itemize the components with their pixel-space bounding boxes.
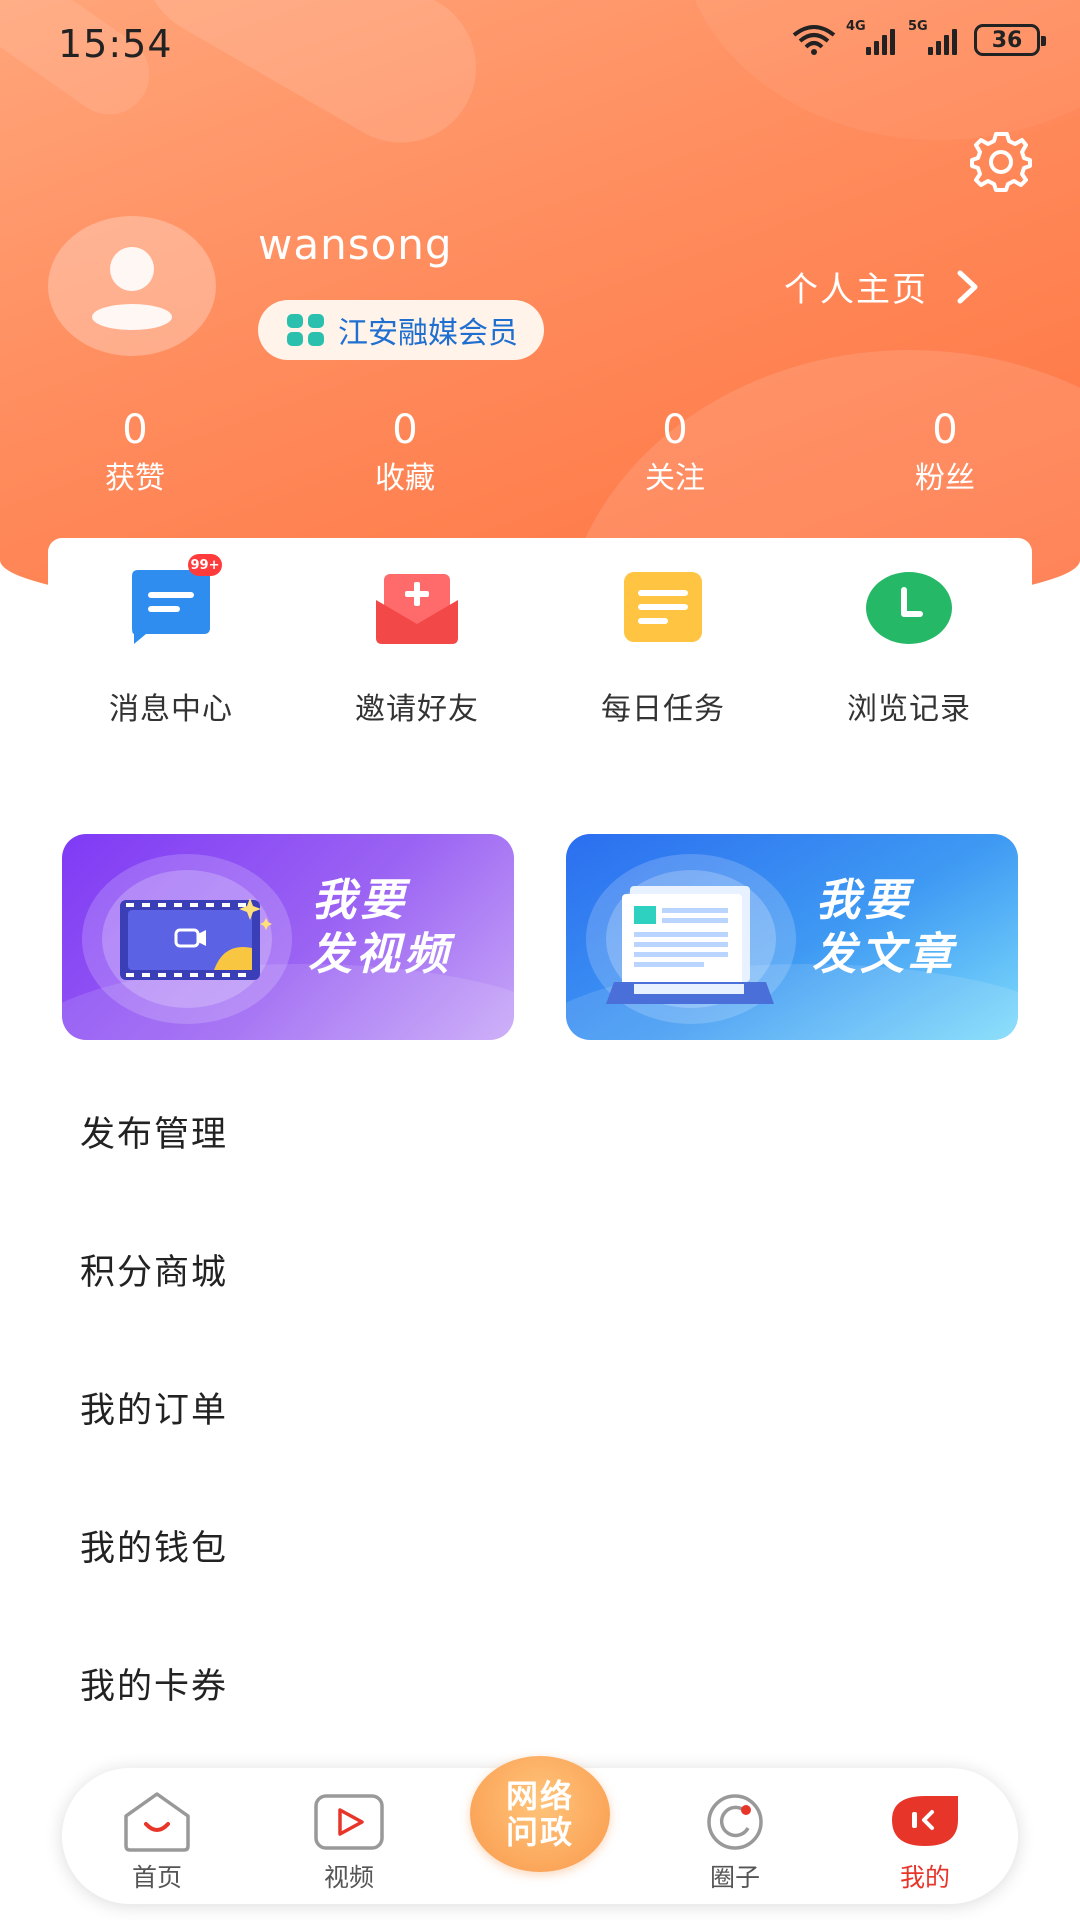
member-label: 江安融媒会员 bbox=[338, 316, 518, 351]
stat-likes[interactable]: 0 获赞 bbox=[55, 405, 215, 499]
wifi-icon bbox=[792, 25, 836, 55]
center-tab-line1: 网络 bbox=[505, 1777, 574, 1815]
message-count-badge: 99+ bbox=[188, 554, 222, 576]
stat-label: 收藏 bbox=[375, 461, 435, 496]
tab-label: 我的 bbox=[899, 1863, 950, 1892]
history-clock-icon bbox=[864, 568, 954, 648]
tab-home[interactable]: 首页 bbox=[102, 1790, 212, 1894]
quick-action-label: 浏览记录 bbox=[847, 692, 971, 727]
stat-value: 0 bbox=[122, 407, 148, 453]
cellular-signal-icon: 5G bbox=[908, 19, 960, 55]
menu-item-points-mall[interactable]: 积分商城 bbox=[80, 1244, 228, 1295]
quick-action-messages[interactable]: 99+ 消息中心 bbox=[48, 554, 294, 728]
stat-favorites[interactable]: 0 收藏 bbox=[325, 405, 485, 499]
quick-action-history[interactable]: 浏览记录 bbox=[786, 568, 1032, 728]
user-avatar-icon bbox=[92, 247, 172, 330]
status-bar: 15:54 4G 5G 36 bbox=[0, 0, 1080, 90]
banner-line2: 发视频 bbox=[308, 929, 452, 980]
document-article-icon bbox=[606, 886, 774, 1004]
menu-item-my-coupons[interactable]: 我的卡券 bbox=[80, 1658, 228, 1709]
quick-action-label: 邀请好友 bbox=[355, 692, 479, 727]
banner-line1: 我要 bbox=[816, 875, 912, 926]
quick-action-label: 每日任务 bbox=[601, 692, 725, 727]
member-badge[interactable]: 江安融媒会员 bbox=[258, 300, 544, 360]
video-play-icon bbox=[314, 1794, 384, 1850]
network-type-label: 4G bbox=[846, 19, 866, 34]
post-video-text: 我要 发视频 bbox=[308, 874, 452, 982]
stat-label: 粉丝 bbox=[915, 461, 975, 496]
home-icon bbox=[124, 1792, 190, 1852]
quick-action-daily-task[interactable]: 每日任务 bbox=[540, 568, 786, 728]
menu-item-my-orders[interactable]: 我的订单 bbox=[80, 1382, 228, 1433]
post-article-text: 我要 发文章 bbox=[812, 874, 956, 982]
invite-icon bbox=[372, 568, 462, 648]
tab-network-inquiry[interactable]: 网络 问政 bbox=[470, 1756, 610, 1872]
chevron-right-icon bbox=[957, 270, 978, 303]
network-type-label: 5G bbox=[908, 19, 928, 34]
post-article-banner[interactable]: 我要 发文章 bbox=[566, 834, 1018, 1040]
settings-gear-icon[interactable] bbox=[968, 128, 1034, 194]
cellular-signal-icon: 4G bbox=[846, 19, 898, 55]
task-icon bbox=[618, 568, 708, 648]
personal-homepage-link[interactable]: 个人主页 bbox=[784, 262, 980, 311]
stat-value: 0 bbox=[392, 407, 418, 453]
tab-label: 圈子 bbox=[709, 1863, 760, 1892]
stat-following[interactable]: 0 关注 bbox=[595, 405, 755, 499]
stat-label: 关注 bbox=[645, 461, 705, 496]
mine-profile-icon bbox=[892, 1796, 958, 1846]
stat-value: 0 bbox=[932, 407, 958, 453]
stat-label: 获赞 bbox=[105, 461, 165, 496]
film-video-icon bbox=[120, 898, 272, 980]
battery-level: 36 bbox=[991, 27, 1023, 53]
status-icons: 4G 5G 36 bbox=[792, 19, 1046, 56]
banner-line2: 发文章 bbox=[812, 929, 956, 980]
avatar[interactable] bbox=[48, 216, 216, 356]
stat-fans[interactable]: 0 粉丝 bbox=[865, 405, 1025, 499]
menu-item-my-wallet[interactable]: 我的钱包 bbox=[80, 1520, 228, 1571]
message-icon: 99+ bbox=[126, 554, 222, 648]
stat-value: 0 bbox=[662, 407, 688, 453]
grid-apps-icon bbox=[287, 314, 324, 346]
tab-circle[interactable]: 圈子 bbox=[680, 1790, 790, 1894]
quick-action-label: 消息中心 bbox=[109, 692, 233, 727]
tab-mine[interactable]: 我的 bbox=[870, 1790, 980, 1894]
username: wansong bbox=[258, 220, 453, 269]
banner-line1: 我要 bbox=[312, 875, 408, 926]
circle-community-icon bbox=[707, 1794, 763, 1850]
homepage-label: 个人主页 bbox=[784, 270, 928, 310]
status-time: 15:54 bbox=[58, 22, 173, 66]
menu-item-publish-management[interactable]: 发布管理 bbox=[80, 1106, 228, 1157]
center-tab-line2: 问政 bbox=[505, 1813, 574, 1851]
quick-actions-card: 99+ 消息中心 邀请好友 每日任务 浏览记录 bbox=[48, 538, 1032, 738]
tab-label: 首页 bbox=[131, 1863, 182, 1892]
post-video-banner[interactable]: 我要 发视频 bbox=[62, 834, 514, 1040]
quick-action-invite[interactable]: 邀请好友 bbox=[294, 568, 540, 728]
battery-icon: 36 bbox=[974, 24, 1046, 56]
tab-video[interactable]: 视频 bbox=[294, 1790, 404, 1894]
tab-label: 视频 bbox=[323, 1863, 374, 1892]
